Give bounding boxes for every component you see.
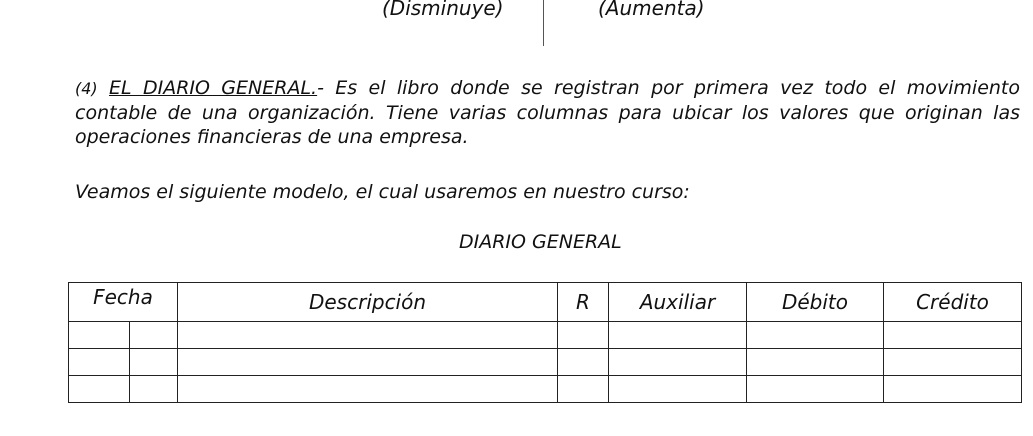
column-header-debito: Débito [746, 282, 884, 322]
cell-debito [746, 321, 884, 349]
section-heading: EL DIARIO GENERAL. [109, 77, 318, 99]
cell-descripcion [177, 321, 558, 349]
cell-day [129, 321, 178, 349]
cell-day [129, 348, 178, 376]
cell-month [68, 348, 130, 376]
journal-title: DIARIO GENERAL [459, 231, 622, 253]
column-header-r: R [557, 282, 609, 322]
model-intro-text: Veamos el siguiente modelo, el cual usar… [75, 181, 690, 203]
cell-auxiliar [608, 375, 747, 403]
cell-credito [883, 375, 1022, 403]
cell-month [68, 321, 130, 349]
table-row [68, 375, 1022, 403]
increase-label: (Aumenta) [598, 0, 705, 20]
cell-credito [883, 348, 1022, 376]
cell-r [557, 348, 609, 376]
decrease-label: (Disminuye) [382, 0, 504, 20]
cell-r [557, 375, 609, 403]
cell-descripcion [177, 348, 558, 376]
cell-auxiliar [608, 348, 747, 376]
diario-general-paragraph: (4) EL DIARIO GENERAL.- Es el libro dond… [75, 76, 1020, 149]
cell-descripcion [177, 375, 558, 403]
column-header-fecha: Fecha [68, 282, 178, 322]
section-number: (4) [75, 79, 98, 98]
cell-auxiliar [608, 321, 747, 349]
cell-r [557, 321, 609, 349]
t-account-footer: (Disminuye) (Aumenta) [0, 0, 1033, 46]
cell-day [129, 375, 178, 403]
table-header-row: Fecha Descripción R Auxiliar Débito Créd… [68, 282, 1022, 322]
cell-month [68, 375, 130, 403]
table-row [68, 348, 1022, 376]
table-row [68, 321, 1022, 349]
column-header-auxiliar: Auxiliar [608, 282, 747, 322]
general-journal-table: Fecha Descripción R Auxiliar Débito Créd… [68, 282, 1022, 403]
column-header-credito: Crédito [883, 282, 1022, 322]
cell-debito [746, 375, 884, 403]
cell-credito [883, 321, 1022, 349]
t-account-divider [543, 0, 544, 46]
cell-debito [746, 348, 884, 376]
column-header-descripcion: Descripción [177, 282, 558, 322]
